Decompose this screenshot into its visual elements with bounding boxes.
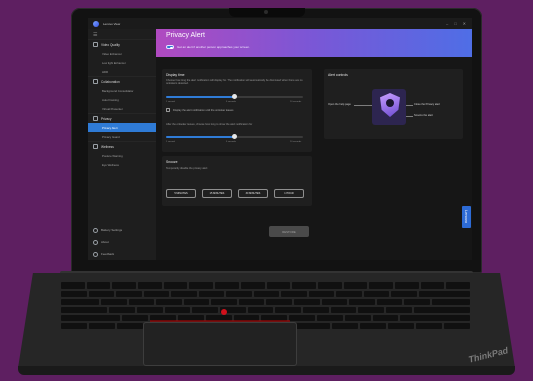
slider-fill	[166, 136, 235, 138]
gear-icon	[93, 227, 98, 233]
main-content: Privacy Alert Get an alert if another pe…	[156, 29, 472, 260]
sidebar-section-privacy[interactable]: Privacy	[88, 113, 156, 123]
alert-controls-title: Alert controls	[328, 73, 348, 77]
heart-icon	[93, 144, 98, 149]
page-title: Privacy Alert	[166, 32, 205, 39]
slider-tick-label: 5 seconds	[226, 141, 236, 143]
sidebar-bottom: Battery Settings About Feedback	[88, 224, 156, 260]
close-alert-label: Close the Privacy alert	[414, 103, 440, 106]
sidebar-item-low-light-enhancer[interactable]: Low light Enhancer	[88, 58, 156, 67]
sidebar-item-about[interactable]: About	[88, 236, 156, 248]
snooze-description: Temporarily disable the privacy alert	[166, 167, 208, 170]
keyboard	[61, 282, 471, 329]
trackpoint[interactable]	[221, 309, 227, 315]
sidebar-item-privacy-alert[interactable]: Privacy Alert	[88, 123, 156, 132]
sidebar-item-background-consolidator[interactable]: Background Consolidator	[88, 86, 156, 95]
sidebar-section-label: Collaboration	[101, 79, 120, 84]
app-titlebar: Lenovo View – □ ✕	[88, 18, 472, 29]
sidebar-section-collaboration[interactable]: Collaboration	[88, 76, 156, 86]
minimize-button[interactable]: –	[446, 21, 448, 26]
feedback-icon	[93, 251, 98, 257]
sidebar-item-privacy-guard[interactable]: Privacy Guard	[88, 132, 156, 141]
slider-tick-label: 10 seconds	[290, 101, 302, 103]
display-time-title: Display time	[166, 73, 185, 77]
sidebar-item-auto-framing[interactable]: Auto Framing	[88, 95, 156, 104]
callout-line	[406, 104, 413, 105]
snooze-card: Snooze Temporarily disable the privacy a…	[162, 156, 312, 206]
info-icon	[93, 239, 98, 245]
hamburger-menu-icon[interactable]: ☰	[88, 29, 156, 39]
sidebar-item-label: Feedback	[101, 252, 115, 256]
close-button[interactable]: ✕	[463, 21, 466, 26]
page-banner: Privacy Alert Get an alert if another pe…	[156, 29, 472, 57]
people-icon	[93, 79, 98, 84]
slider-tick-label: 10 seconds	[290, 141, 302, 143]
slider-fill	[166, 96, 235, 98]
shield-icon	[93, 116, 98, 121]
slider-tick-label: 1 second	[166, 101, 175, 103]
sidebar-item-label: About	[101, 240, 109, 244]
after-leaves-slider[interactable]	[166, 134, 303, 140]
sidebar-section-label: Video Quality	[101, 42, 120, 47]
callout-line	[354, 104, 372, 105]
sidebar-item-posture-warning[interactable]: Posture Warning	[88, 151, 156, 160]
slider-thumb[interactable]	[232, 94, 237, 100]
maximize-button[interactable]: □	[454, 21, 456, 26]
app-name: Lenovo View	[103, 21, 121, 26]
alert-controls-card: Alert controls Open the help page Close …	[324, 69, 463, 139]
callout-line	[406, 115, 413, 116]
touchpad[interactable]	[143, 322, 297, 366]
sidebar-section-video-quality[interactable]: Video Quality	[88, 39, 156, 49]
sidebar-item-hdr[interactable]: HDR	[88, 67, 156, 76]
sidebar-section-label: Privacy	[101, 116, 112, 121]
sidebar-section-label: Wellness	[101, 144, 114, 149]
snooze-15-minutes-button[interactable]: 15 MINUTES	[202, 189, 232, 198]
help-page-label: Open the help page	[328, 103, 351, 106]
checkbox-label: Display the alert notification until the…	[173, 108, 234, 112]
privacy-alert-toggle[interactable]	[166, 45, 174, 49]
camera-icon	[93, 42, 98, 47]
display-time-slider[interactable]	[166, 94, 303, 100]
display-time-description: Choose how long the alert notification w…	[166, 79, 303, 86]
restore-button[interactable]: RESTORE	[269, 226, 309, 237]
snooze-30-minutes-button[interactable]: 30 MINUTES	[238, 189, 268, 198]
display-until-leaves-checkbox[interactable]	[166, 108, 170, 112]
sidebar: ☰ Video Quality Video Enhancer Low light…	[88, 29, 156, 260]
sidebar-item-battery-settings[interactable]: Battery Settings	[88, 224, 156, 236]
onlooker-icon	[386, 99, 394, 107]
window-controls: – □ ✕	[446, 21, 466, 26]
sidebar-section-wellness[interactable]: Wellness	[88, 141, 156, 151]
sidebar-item-video-enhancer[interactable]: Video Enhancer	[88, 49, 156, 58]
slider-tick-label: 1 second	[166, 141, 175, 143]
sidebar-item-eye-wellness[interactable]: Eye Wellness	[88, 160, 156, 169]
snooze-title: Snooze	[166, 160, 178, 164]
page-subtitle: Get an alert if another person approache…	[177, 45, 250, 50]
snooze-1-hour-button[interactable]: 1 HOUR	[274, 189, 304, 198]
webcam-icon	[264, 10, 268, 14]
laptop-screen: Lenovo View – □ ✕ ☰ Video Quality Video …	[88, 18, 472, 260]
sidebar-item-label: Battery Settings	[101, 228, 123, 232]
sidebar-item-feedback[interactable]: Feedback	[88, 248, 156, 260]
slider-tick-label: 5 seconds	[226, 101, 236, 103]
snooze-5-minutes-button[interactable]: 5 MINUTES	[166, 189, 196, 198]
app-logo-icon	[93, 20, 99, 27]
sidebar-item-virtual-presenter[interactable]: Virtual Presenter	[88, 104, 156, 113]
display-time-card: Display time Choose how long the alert n…	[162, 69, 312, 152]
lenovo-side-badge: Lenovo	[462, 206, 471, 228]
slider-thumb[interactable]	[232, 134, 237, 140]
snooze-alert-label: Snooze the alert	[414, 114, 433, 117]
laptop-front-edge	[18, 366, 515, 375]
second-description: After the onlooker leaves, choose how lo…	[166, 123, 253, 126]
